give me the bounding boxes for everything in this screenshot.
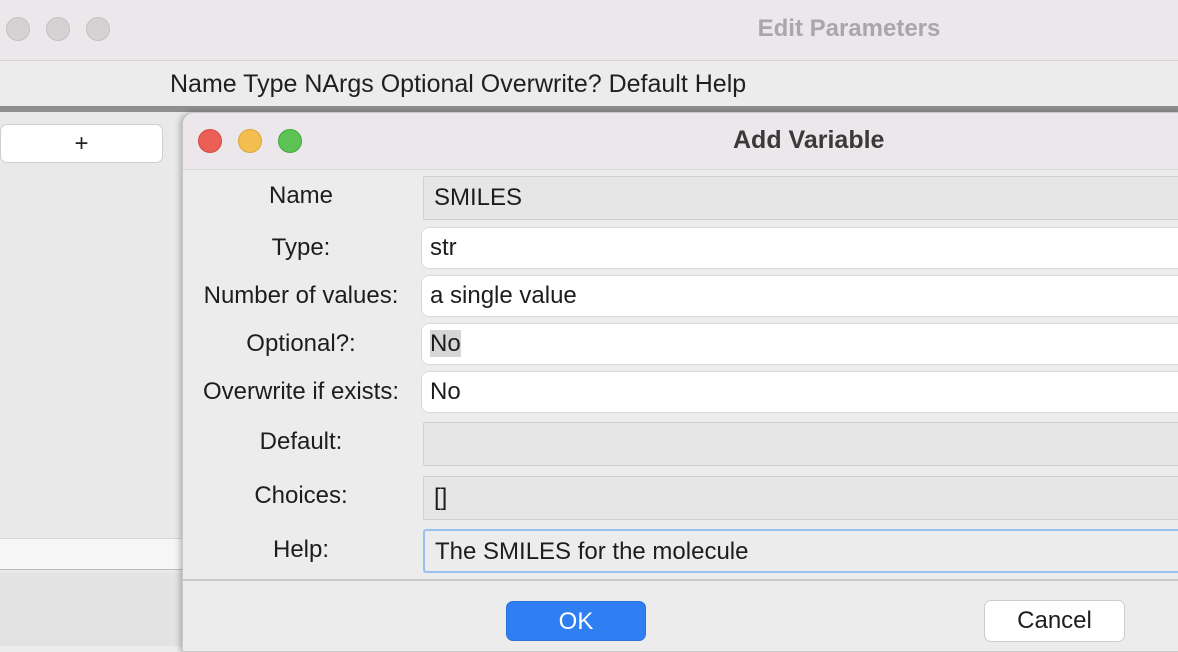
overwrite-label: Overwrite if exists: xyxy=(202,378,400,405)
parameters-table-header: Name Type NArgs Optional Overwrite? Defa… xyxy=(0,61,1178,107)
help-field[interactable]: The SMILES for the molecule xyxy=(423,529,1178,573)
zoom-icon[interactable] xyxy=(278,129,302,153)
optional-value: No xyxy=(430,330,461,357)
default-label: Default: xyxy=(259,428,343,455)
nargs-select[interactable]: a single value xyxy=(421,275,1178,317)
name-label: Name xyxy=(268,182,334,209)
cancel-button[interactable]: Cancel xyxy=(984,600,1125,642)
footer-divider xyxy=(183,579,1178,581)
minimize-icon[interactable] xyxy=(238,129,262,153)
help-label: Help: xyxy=(272,536,330,563)
name-field[interactable]: SMILES xyxy=(423,176,1178,220)
optional-select[interactable]: No xyxy=(421,323,1178,365)
add-variable-dialog: Add Variable Name SMILES Type: str Numbe… xyxy=(182,112,1178,652)
type-label: Type: xyxy=(271,234,331,261)
window-title: Edit Parameters xyxy=(757,15,941,42)
optional-label: Optional?: xyxy=(246,330,356,357)
sidebar-footer xyxy=(0,573,182,646)
add-parameter-button[interactable]: + xyxy=(0,124,163,163)
dialog-titlebar: Add Variable xyxy=(183,113,1178,170)
close-icon[interactable] xyxy=(198,129,222,153)
ok-button[interactable]: OK xyxy=(506,601,646,641)
type-select[interactable]: str xyxy=(421,227,1178,269)
dialog-title: Add Variable xyxy=(733,126,885,154)
choices-label: Choices: xyxy=(254,482,348,509)
column-headers: Name Type NArgs Optional Overwrite? Defa… xyxy=(170,70,747,98)
choices-field[interactable]: [] xyxy=(423,476,1178,520)
default-field[interactable] xyxy=(423,422,1178,466)
edit-parameters-titlebar: Edit Parameters xyxy=(0,0,1178,61)
overwrite-select[interactable]: No xyxy=(421,371,1178,413)
sidebar-row xyxy=(0,538,182,570)
nargs-label: Number of values: xyxy=(203,282,399,309)
